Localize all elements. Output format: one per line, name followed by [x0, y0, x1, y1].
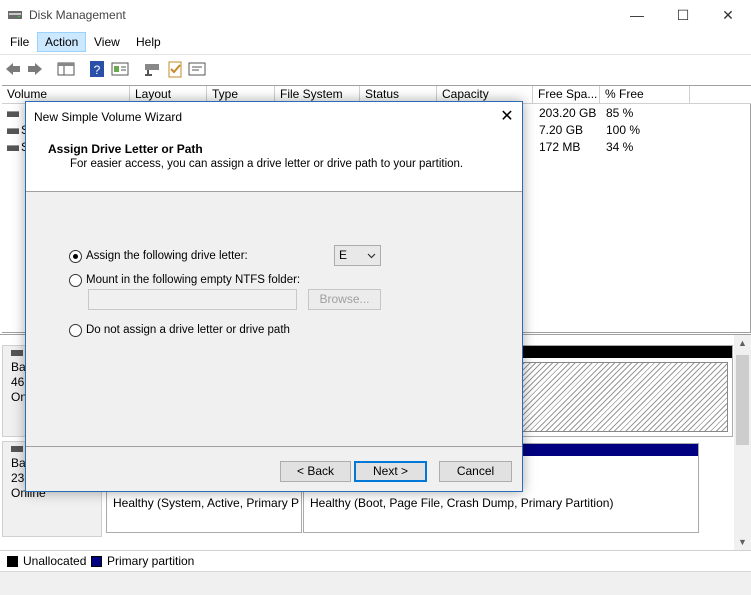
assign-letter-label: Assign the following drive letter:: [86, 250, 248, 262]
disk-icon: [11, 446, 23, 452]
back-button[interactable]: < Back: [280, 461, 351, 482]
scroll-up-icon[interactable]: ▲: [734, 335, 751, 352]
free-space-cell: 203.20 GB: [539, 106, 597, 120]
toolbar: ?: [0, 54, 751, 82]
maximize-button[interactable]: ☐: [660, 0, 706, 31]
legend-primary: Primary partition: [107, 554, 195, 568]
scroll-down-icon[interactable]: ▼: [734, 534, 751, 551]
dialog-title: New Simple Volume Wizard: [34, 110, 183, 124]
primary-swatch: [91, 556, 102, 567]
disk-management-icon: [8, 11, 22, 19]
menu-file[interactable]: File: [3, 32, 36, 52]
dialog-close-icon[interactable]: ✕: [492, 102, 522, 132]
assign-letter-radio[interactable]: [69, 249, 82, 263]
no-assign-option[interactable]: Do not assign a drive letter or drive pa…: [69, 322, 290, 338]
unallocated-swatch: [7, 556, 18, 567]
pct-free-cell: 85 %: [606, 106, 634, 120]
col-filler: [690, 86, 751, 104]
partition-color-bar: [497, 346, 732, 358]
disk-icon: [11, 350, 23, 356]
help-icon[interactable]: ?: [87, 59, 107, 79]
dialog-header: Assign Drive Letter or Path For easier a…: [26, 132, 522, 192]
minimize-button[interactable]: —: [614, 0, 660, 31]
window-title: Disk Management: [29, 8, 126, 22]
disk-list-icon[interactable]: [56, 59, 76, 79]
dialog-title-bar: New Simple Volume Wizard ✕: [26, 102, 522, 132]
assign-letter-option[interactable]: Assign the following drive letter:: [69, 248, 248, 264]
chevron-down-icon: [367, 253, 376, 259]
drive-letter-select[interactable]: E: [334, 245, 381, 266]
new-simple-volume-wizard: New Simple Volume Wizard ✕ Assign Drive …: [25, 101, 523, 492]
unallocated-partition[interactable]: [496, 345, 733, 437]
mount-folder-radio[interactable]: [69, 273, 82, 287]
close-button[interactable]: ✕: [705, 0, 751, 31]
svg-text:?: ?: [94, 63, 101, 77]
dialog-heading: Assign Drive Letter or Path: [48, 142, 203, 156]
col-pct-free[interactable]: % Free: [600, 86, 690, 104]
pct-free-cell: 100 %: [606, 123, 641, 137]
next-button[interactable]: Next >: [354, 461, 427, 482]
menu-bar: File Action View Help: [0, 31, 751, 53]
connect-icon[interactable]: [142, 59, 162, 79]
drive-letter-value: E: [339, 248, 348, 262]
unallocated-hatch: [501, 362, 728, 432]
free-space-cell: 7.20 GB: [539, 123, 584, 137]
status-bar: [0, 571, 751, 595]
volume-icon: [7, 128, 19, 134]
graph-scrollbar[interactable]: ▲ ▼: [734, 335, 751, 551]
check-icon[interactable]: [165, 59, 185, 79]
scroll-thumb[interactable]: [736, 355, 749, 445]
menu-help[interactable]: Help: [129, 32, 168, 52]
forward-icon[interactable]: [25, 59, 45, 79]
boot-partition-status: Healthy (Boot, Page File, Crash Dump, Pr…: [310, 496, 614, 510]
cancel-button[interactable]: Cancel: [439, 461, 512, 482]
mount-folder-label: Mount in the following empty NTFS folder…: [86, 274, 301, 286]
dialog-subheading: For easier access, you can assign a driv…: [70, 158, 464, 170]
menu-action[interactable]: Action: [37, 32, 87, 52]
pct-free-cell: 34 %: [606, 140, 634, 154]
footer-divider: [26, 446, 522, 447]
volume-icon: [7, 111, 19, 117]
system-partition-status: Healthy (System, Active, Primary P: [113, 496, 300, 510]
volume-icon: [7, 145, 19, 151]
folder-path-field[interactable]: [88, 289, 297, 310]
legend: Unallocated Primary partition: [0, 550, 751, 571]
no-assign-label: Do not assign a drive letter or drive pa…: [86, 324, 290, 336]
mount-folder-option[interactable]: Mount in the following empty NTFS folder…: [69, 272, 300, 288]
col-free-space[interactable]: Free Spa...: [533, 86, 600, 104]
title-bar: Disk Management — ☐ ✕: [0, 0, 751, 31]
no-assign-radio[interactable]: [69, 323, 82, 337]
menu-view[interactable]: View: [87, 32, 127, 52]
settings-icon[interactable]: [187, 59, 207, 79]
free-space-cell: 172 MB: [539, 140, 581, 154]
back-icon[interactable]: [3, 59, 23, 79]
properties-icon[interactable]: [110, 59, 130, 79]
legend-unallocated: Unallocated: [23, 554, 87, 568]
browse-button[interactable]: Browse...: [308, 289, 381, 310]
